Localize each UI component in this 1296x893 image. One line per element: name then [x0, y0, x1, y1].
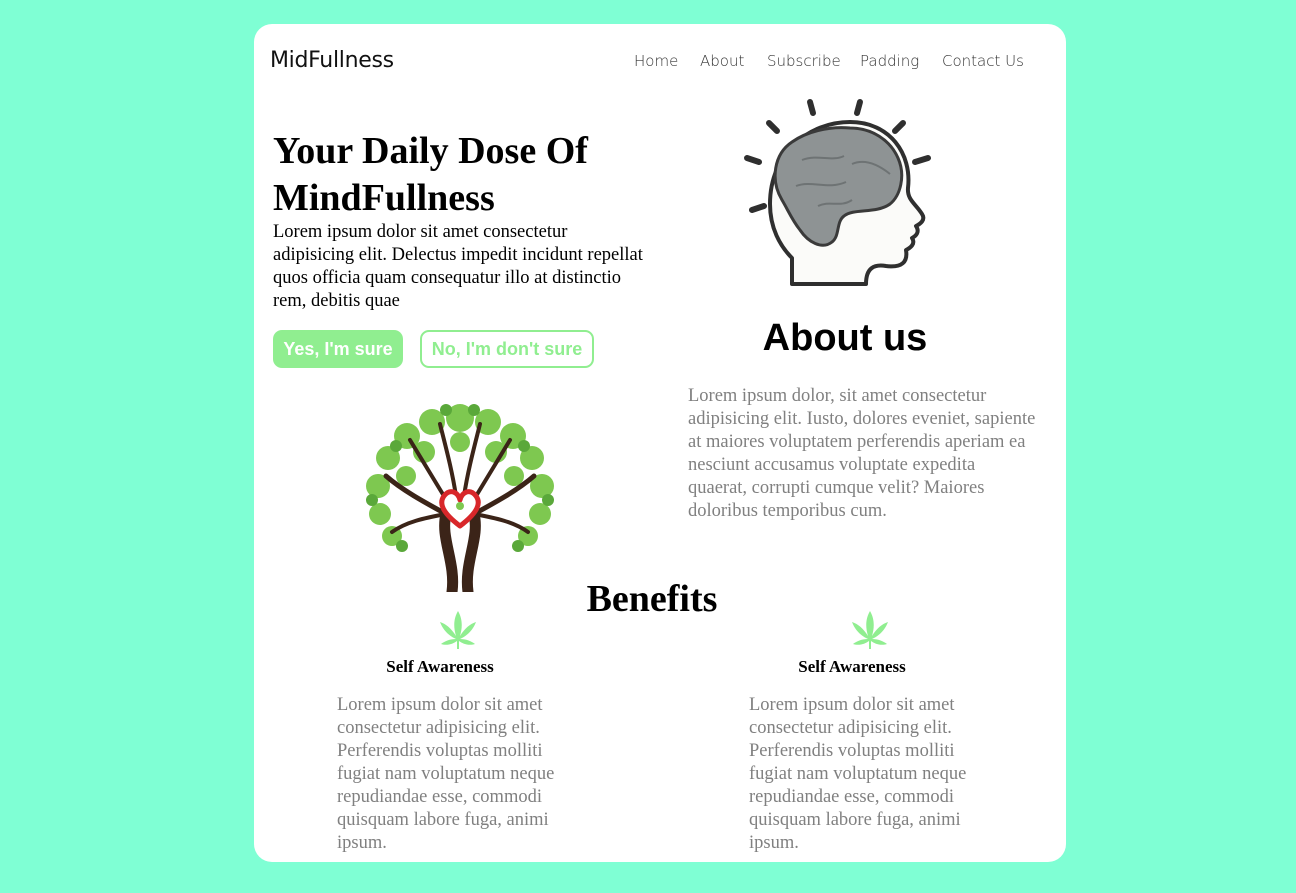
nav-contact-us-link[interactable]: Contact Us [942, 52, 1024, 70]
benefit-description: Lorem ipsum dolor sit amet consectetur a… [337, 695, 555, 853]
leaf-icon [852, 611, 888, 649]
main-card: MidFullness Home About Subscribe Padding… [254, 24, 1066, 862]
nav-padding-link[interactable]: Padding [860, 52, 919, 70]
about-title: About us [762, 317, 928, 359]
site-logo[interactable]: MidFullness [270, 48, 394, 73]
not-sure-button[interactable]: No, I'm don't sure [420, 330, 594, 368]
benefit-title: Self Awareness [386, 657, 494, 676]
benefit-description: Lorem ipsum dolor sit amet consectetur a… [749, 695, 967, 853]
nav-about-link[interactable]: About [700, 52, 744, 70]
benefit-title: Self Awareness [798, 657, 906, 676]
benefits-title: Benefits [586, 578, 718, 620]
leaf-icon [440, 611, 476, 649]
brain-head-illustration [744, 99, 931, 286]
nav-home-link[interactable]: Home [634, 52, 678, 70]
hero-description: Lorem ipsum dolor sit amet consectetur a… [273, 222, 643, 311]
tree-heart-illustration [366, 404, 554, 592]
hero-title: Your Daily Dose Of MindFullness [273, 130, 588, 219]
nav-subscribe-link[interactable]: Subscribe [767, 52, 841, 70]
about-description: Lorem ipsum dolor, sit amet consectetur … [688, 386, 1036, 521]
yes-sure-button[interactable]: Yes, I'm sure [273, 330, 403, 368]
